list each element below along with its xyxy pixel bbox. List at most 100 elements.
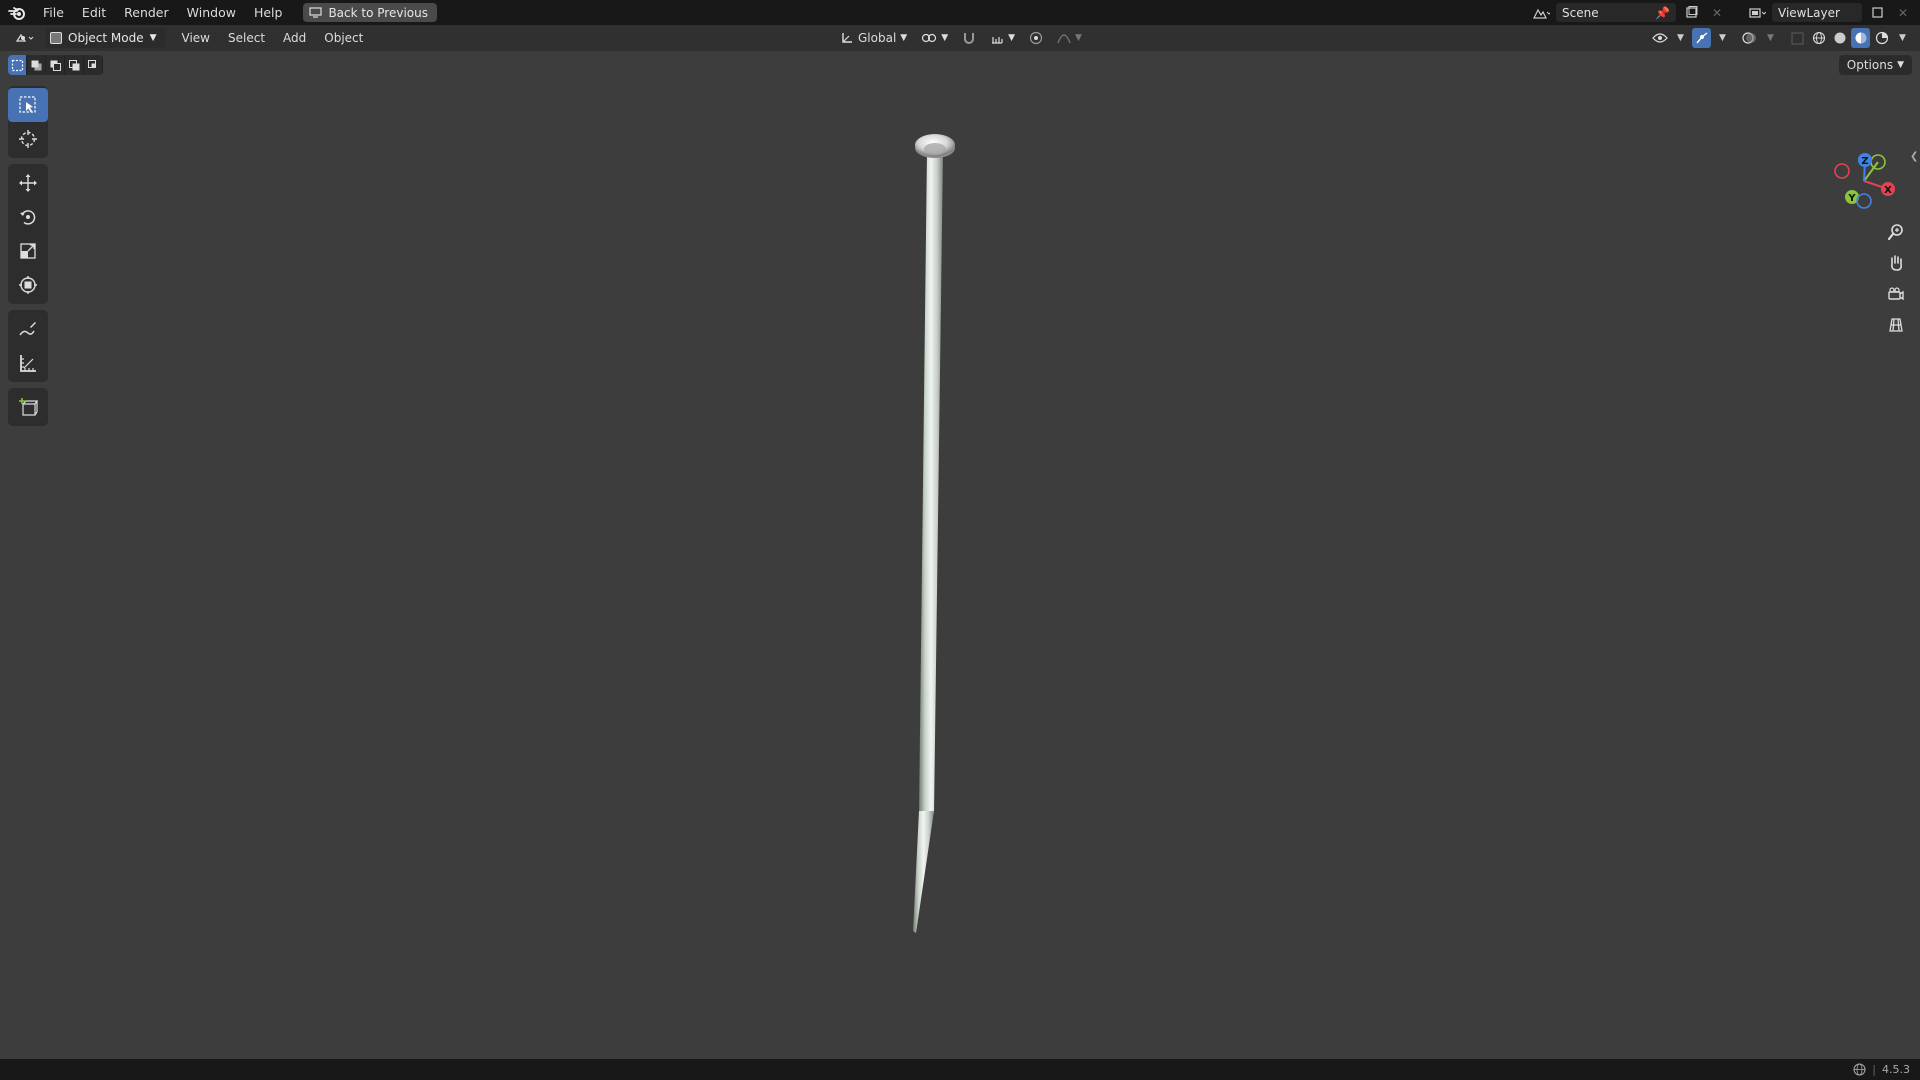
tool-group-annotate [8,310,48,382]
pan-hand-icon[interactable] [1883,250,1909,276]
sidebar-toggle-icon[interactable]: ❮ [1910,151,1920,169]
scene-name-field[interactable]: Scene 📌 [1556,3,1676,22]
tool-group-select [8,86,48,158]
gizmo-x-negative[interactable] [1834,163,1850,179]
pin-icon[interactable]: 📌 [1655,6,1670,20]
delete-view-layer-icon[interactable]: ✕ [1892,3,1914,22]
perspective-grid-icon[interactable] [1883,312,1909,338]
editor-type-icon[interactable] [10,28,40,48]
annotate-tool[interactable] [8,312,48,346]
back-to-previous-button[interactable]: Back to Previous [303,3,437,22]
menu-help[interactable]: Help [245,0,292,25]
snap-increment-icon [992,37,1003,44]
material-preview-shading-icon[interactable] [1851,28,1870,48]
select-box-icon [19,96,36,113]
transform-orientation-dropdown[interactable]: Global ▼ [835,28,912,48]
annotate-icon [19,322,36,336]
status-bar: | 4.5.3 [0,1059,1920,1080]
header-menu-object[interactable]: Object [315,31,372,45]
pivot-icon [922,33,937,43]
navigation-gizmo[interactable]: Z X Y [1818,143,1898,219]
chevron-down-icon[interactable]: ▼ [1713,28,1732,48]
view-layer-browse-icon[interactable] [1746,3,1768,22]
chevron-down-icon: ▼ [149,33,157,43]
delete-scene-icon[interactable]: ✕ [1706,3,1728,22]
scale-icon [20,243,36,259]
tool-shelf [8,86,48,432]
rotate-icon [20,210,36,225]
add-cube-tool[interactable] [8,390,48,424]
view-layer-name: ViewLayer [1778,5,1840,20]
add-cube-icon [19,398,38,416]
zoom-icon[interactable] [1883,219,1909,245]
new-scene-icon[interactable] [1680,3,1702,22]
snap-target-dropdown[interactable]: ▼ [985,28,1020,48]
chevron-down-icon[interactable]: ▼ [1761,28,1780,48]
select-invert-icon[interactable] [65,55,84,75]
object-mode-icon [50,32,62,44]
new-view-layer-icon[interactable] [1866,3,1888,22]
top-menu-bar: File Edit Render Window Help Back to Pre… [0,0,1920,25]
transform-icon [19,276,37,294]
select-box-tool[interactable] [8,88,48,122]
selectability-visibility-icon[interactable] [1650,28,1669,48]
chevron-down-icon: ▼ [900,33,908,43]
select-new-icon[interactable] [8,55,27,75]
blender-logo-icon[interactable] [0,0,34,25]
object-mode-dropdown[interactable]: Object Mode ▼ [46,28,165,48]
tool-group-add [8,388,48,426]
nail-object[interactable] [0,51,1920,1059]
falloff-curve-icon [1057,34,1071,44]
menu-render[interactable]: Render [115,0,178,25]
measure-icon [20,355,36,372]
solid-shading-icon[interactable] [1830,28,1849,48]
camera-view-icon[interactable] [1883,281,1909,307]
chevron-down-icon: ▼ [1008,33,1016,43]
select-subtract-icon[interactable] [46,55,65,75]
header-menu-view[interactable]: View [173,31,219,45]
overlays-toggle-icon[interactable] [1740,28,1759,48]
gizmo-y-label: Y [1847,193,1856,204]
view-layer-field[interactable]: ViewLayer [1772,3,1862,22]
options-label: Options [1846,58,1894,72]
chevron-down-icon: ▼ [1075,33,1082,43]
cursor-tool[interactable] [8,122,48,156]
rendered-shading-icon[interactable] [1872,28,1891,48]
menu-edit[interactable]: Edit [73,0,115,25]
select-intersect-icon[interactable] [84,55,103,75]
gizmo-x-label: X [1884,185,1892,196]
scale-tool[interactable] [8,234,48,268]
xray-toggle-icon[interactable] [1788,28,1807,48]
transform-tool[interactable] [8,268,48,302]
rotate-tool[interactable] [8,200,48,234]
scene-name: Scene [1562,5,1599,20]
chevron-down-icon: ▼ [941,33,949,43]
tool-group-transform [8,164,48,304]
cursor-icon [19,130,37,148]
back-to-previous-label: Back to Previous [328,5,428,20]
proportional-editing-toggle[interactable] [1024,28,1048,48]
chevron-down-icon: ▼ [1897,60,1904,70]
measure-tool[interactable] [8,346,48,380]
chevron-down-icon[interactable]: ▼ [1893,28,1912,48]
header-menu-add[interactable]: Add [274,31,315,45]
wireframe-shading-icon[interactable] [1809,28,1828,48]
move-tool[interactable] [8,166,48,200]
move-icon [19,174,37,192]
header-menu-select[interactable]: Select [219,31,274,45]
3d-viewport[interactable]: Z X Y ❮ [0,51,1920,1059]
status-separator: | [1872,1063,1876,1076]
gizmo-toggle-icon[interactable] [1692,28,1711,48]
scene-browse-icon[interactable] [1530,3,1552,22]
chevron-down-icon[interactable]: ▼ [1671,28,1690,48]
object-mode-label: Object Mode [68,31,144,45]
menu-window[interactable]: Window [178,0,245,25]
menu-file[interactable]: File [34,0,73,25]
pivot-point-dropdown[interactable]: ▼ [916,28,953,48]
select-extend-icon[interactable] [27,55,46,75]
gizmo-z-negative[interactable] [1856,193,1872,209]
proportional-falloff-dropdown[interactable]: ▼ [1052,28,1087,48]
snap-toggle[interactable] [957,28,981,48]
gizmo-z-label: Z [1861,156,1868,167]
options-dropdown[interactable]: Options ▼ [1838,55,1912,75]
